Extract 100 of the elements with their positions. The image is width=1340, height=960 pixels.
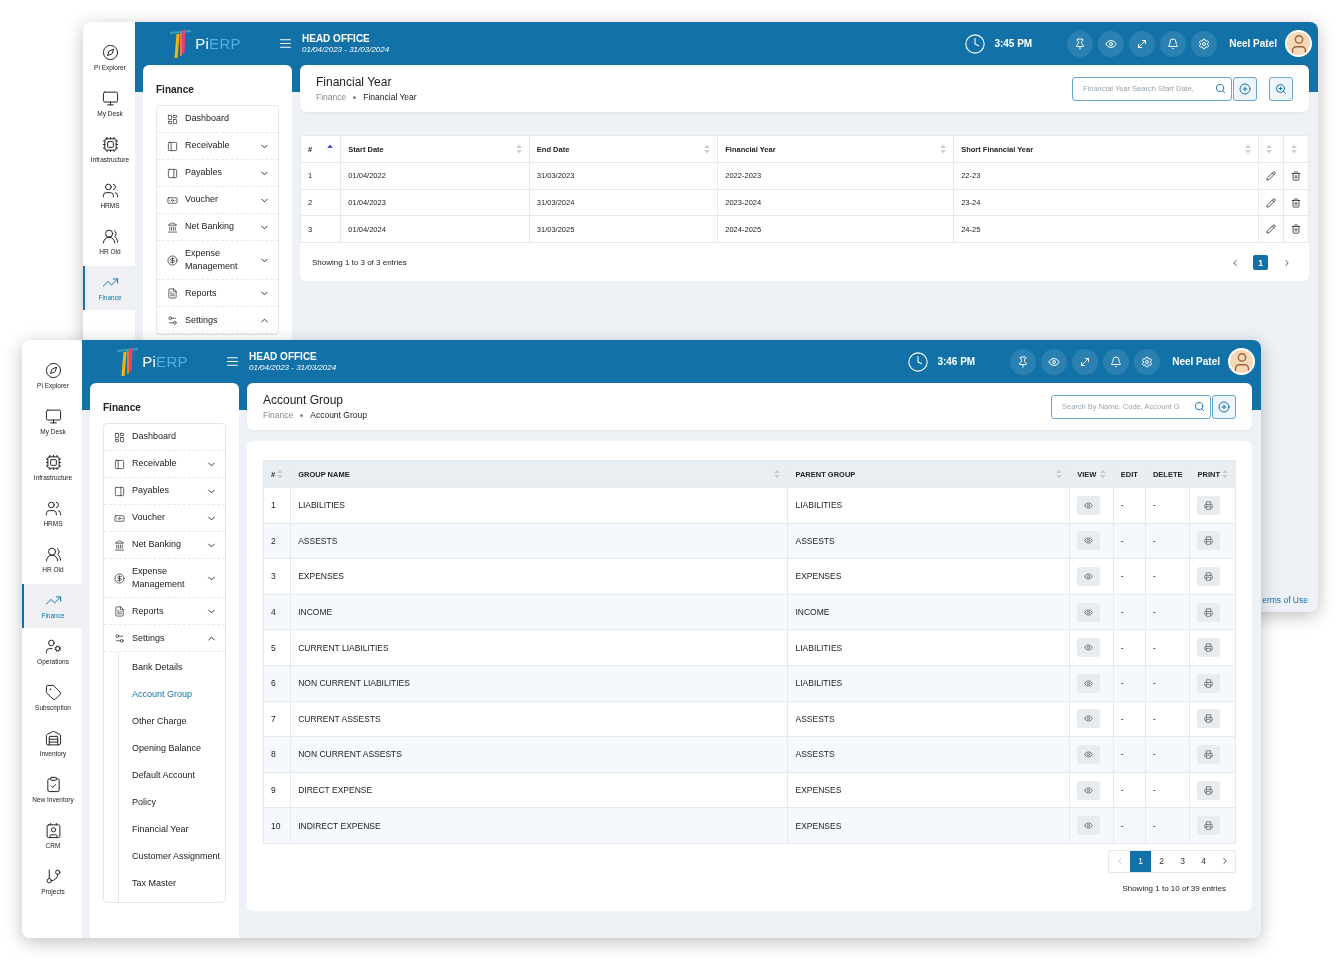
branch-icon [44,867,62,885]
trash-icon [1290,224,1301,235]
menu-button[interactable] [226,355,239,368]
add-button[interactable] [1212,394,1236,419]
plus-circle-icon [1239,82,1251,95]
eye-button[interactable] [1041,348,1068,375]
terms-link[interactable]: erms of Use [1262,595,1308,605]
page-button[interactable]: 1 [1253,255,1268,271]
panel-icon [114,458,125,470]
view-button[interactable] [1077,531,1101,551]
menu-item[interactable]: Receivable [157,133,278,160]
menu-item[interactable]: Settings [157,307,278,335]
menu-item[interactable]: Voucher [157,187,278,214]
delete-button[interactable] [1290,224,1301,235]
trash-icon [1290,197,1301,208]
menu-item[interactable]: Expense Management [104,559,225,599]
delete-button[interactable] [1290,197,1301,208]
view-button[interactable] [1077,673,1101,693]
printer-icon [1204,821,1214,831]
breadcrumb-item[interactable]: Finance [263,410,294,420]
view-button[interactable] [1077,816,1101,836]
zoom-button[interactable] [1269,76,1293,101]
print-button[interactable] [1197,602,1221,622]
pin-button[interactable] [1010,348,1037,375]
submenu-item[interactable]: Customer Assignment [119,843,225,871]
expand-button[interactable] [1072,348,1099,375]
table-cell: 10 [263,807,291,844]
notifications-button[interactable] [1160,30,1187,57]
search-icon[interactable] [1215,82,1226,94]
submenu-item[interactable]: Opening Balance [119,735,225,763]
edit-button[interactable] [1265,224,1276,235]
side-title: Finance [103,402,142,413]
print-button[interactable] [1197,673,1221,693]
printer-icon [1204,749,1214,759]
settings-icon [167,314,178,326]
page-button[interactable]: 4 [1193,850,1214,872]
page-button[interactable]: 2 [1151,850,1172,872]
pin-button[interactable] [1067,30,1094,57]
add-button[interactable] [1233,76,1257,101]
edit-button[interactable] [1265,170,1276,181]
page-button[interactable]: 1 [1130,850,1151,872]
menu-item[interactable]: Expense Management [157,241,278,281]
menu-item[interactable]: Voucher [104,505,225,532]
eye-button[interactable] [1098,30,1125,57]
view-button[interactable] [1077,744,1101,764]
breadcrumb-item: Account Group [310,410,367,420]
breadcrumb-item: Financial Year [363,92,417,102]
submenu-item[interactable]: Other Charge [119,708,225,736]
menu-item[interactable]: Payables [157,160,278,187]
view-button[interactable] [1077,638,1101,658]
table-cell: - [1145,594,1190,630]
menu-item[interactable]: Net Banking [157,214,278,241]
menu-item[interactable]: Dashboard [157,106,278,133]
expand-button[interactable] [1129,30,1156,57]
menu-item[interactable]: Reports [104,598,225,626]
menu-label: Payables [132,484,171,498]
submenu-item[interactable]: Tax Master [119,870,225,898]
view-button[interactable] [1077,602,1101,622]
print-button[interactable] [1197,495,1221,515]
settings-button[interactable] [1191,30,1218,57]
menu-item[interactable]: Settings [104,625,225,653]
view-button[interactable] [1077,780,1101,800]
menu-item[interactable]: Dashboard [104,424,225,451]
breadcrumb-item[interactable]: Finance [316,92,347,102]
submenu-item[interactable]: Policy [119,789,225,817]
print-button[interactable] [1197,744,1221,764]
settings-button[interactable] [1134,348,1161,375]
submenu-item[interactable]: Financial Year [119,816,225,844]
page-button[interactable]: 3 [1172,850,1193,872]
submenu-item[interactable]: Account Group [119,681,225,709]
search-icon[interactable] [1194,400,1205,412]
notifications-button[interactable] [1103,348,1130,375]
submenu-item[interactable]: Default Account [119,762,225,790]
avatar[interactable] [1228,348,1255,375]
edit-button[interactable] [1265,197,1276,208]
print-button[interactable] [1197,638,1221,658]
print-button[interactable] [1197,709,1221,729]
user-name: Neel Patel [1229,38,1277,49]
print-button[interactable] [1197,567,1221,586]
view-button[interactable] [1077,567,1101,586]
zoom-in-icon [1275,82,1287,95]
eye-icon [1084,678,1094,688]
contact-card-icon [44,821,62,839]
submenu-item[interactable]: Bank Details [119,654,225,682]
view-button[interactable] [1077,709,1101,729]
menu-item[interactable]: Payables [104,478,225,505]
compass-icon [101,43,119,61]
menu-item[interactable]: Reports [157,280,278,308]
print-button[interactable] [1197,816,1221,836]
avatar[interactable] [1285,30,1312,57]
menu-button[interactable] [279,37,292,50]
menu-item[interactable]: Receivable [104,451,225,478]
view-button[interactable] [1077,495,1101,515]
print-button[interactable] [1197,780,1221,800]
menu-item[interactable]: Net Banking [104,532,225,559]
print-button[interactable] [1197,531,1221,551]
delete-button[interactable] [1290,170,1301,181]
banknote-icon [114,512,125,524]
sort-icon[interactable] [327,144,334,154]
table-cell: NON CURRENT LIABILITIES [290,665,788,702]
